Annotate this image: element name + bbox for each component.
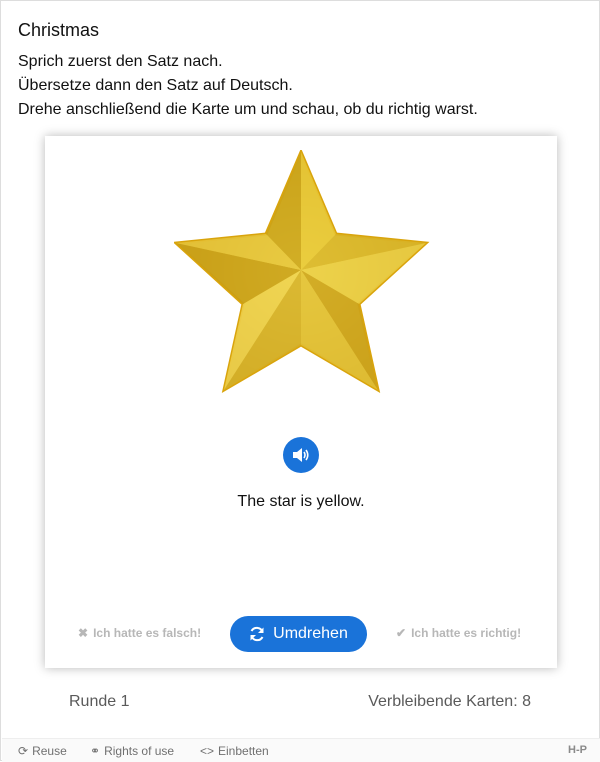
reuse-label: Reuse — [32, 744, 67, 758]
refresh-icon — [250, 626, 264, 642]
instruction-line: Sprich zuerst den Satz nach. — [18, 53, 223, 70]
embed-button[interactable]: <> Einbetten — [200, 744, 269, 758]
instruction-line: Drehe anschließend die Karte um und scha… — [18, 101, 478, 118]
answered-wrong-button[interactable]: ✖ Ich hatte es falsch! — [78, 626, 201, 640]
reuse-button[interactable]: ⟳ Reuse — [18, 744, 67, 758]
answered-right-button[interactable]: ✔ Ich hatte es richtig! — [396, 626, 521, 640]
cross-icon: ✖ — [78, 626, 89, 640]
round-indicator: Runde 1 — [69, 693, 130, 710]
flashcard: The star is yellow. ✖ Ich hatte es falsc… — [45, 136, 557, 668]
page-title: Christmas — [18, 20, 100, 40]
content-frame: Christmas Sprich zuerst den Satz nach. Ü… — [0, 0, 600, 762]
handshake-icon: ⚭ — [90, 744, 101, 758]
flip-card-label: Umdrehen — [273, 625, 348, 642]
flip-card-button[interactable]: Umdrehen — [230, 616, 367, 652]
instruction-line: Übersetze dann den Satz auf Deutsch. — [18, 77, 293, 94]
embed-label: Einbetten — [218, 744, 269, 758]
remaining-cards: Verbleibende Karten: 8 — [368, 693, 531, 710]
rights-of-use-label: Rights of use — [104, 744, 175, 758]
speaker-icon — [293, 448, 309, 462]
instructions: Sprich zuerst den Satz nach. Übersetze d… — [18, 50, 478, 122]
check-icon: ✔ — [396, 626, 407, 640]
star-icon — [172, 148, 430, 395]
footer-bar: ⟳ Reuse ⚭ Rights of use <> Einbetten H-P — [2, 738, 600, 762]
rights-of-use-button[interactable]: ⚭ Rights of use — [90, 744, 174, 758]
answered-wrong-label: Ich hatte es falsch! — [93, 626, 202, 640]
h5p-logo[interactable]: H-P — [568, 744, 587, 756]
code-icon: <> — [200, 744, 215, 758]
answered-right-label: Ich hatte es richtig! — [411, 626, 522, 640]
card-sentence: The star is yellow. — [237, 493, 365, 510]
play-audio-button[interactable] — [283, 437, 319, 473]
refresh-icon: ⟳ — [18, 744, 29, 758]
